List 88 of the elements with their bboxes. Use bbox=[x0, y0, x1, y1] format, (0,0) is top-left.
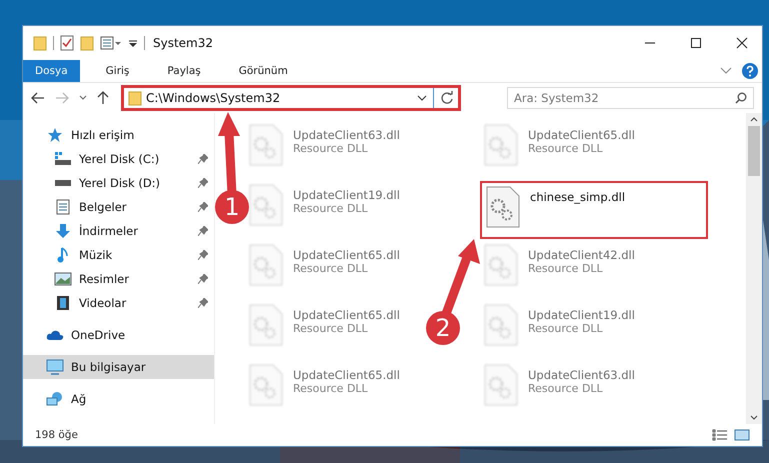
close-icon[interactable] bbox=[736, 37, 748, 49]
film-icon bbox=[56, 295, 70, 311]
sidebar-item[interactable]: OneDrive bbox=[23, 323, 214, 347]
file-type: Resource DLL bbox=[293, 262, 369, 275]
search-icon bbox=[735, 92, 747, 104]
sidebar-item[interactable]: İndirmeler bbox=[23, 219, 214, 243]
sidebar-item[interactable]: Yerel Disk (C:) bbox=[23, 147, 214, 171]
refresh-icon[interactable] bbox=[440, 91, 454, 105]
up-icon[interactable] bbox=[97, 91, 109, 105]
sidebar-label: Ağ bbox=[71, 392, 86, 406]
sidebar-label: İndirmeler bbox=[79, 224, 139, 238]
help-icon[interactable] bbox=[742, 63, 758, 79]
pin-icon[interactable] bbox=[198, 202, 208, 212]
music-note-icon bbox=[57, 247, 69, 263]
scrollbar[interactable] bbox=[746, 113, 762, 424]
search-field[interactable]: Ara: System32 bbox=[507, 87, 754, 109]
file-type: Resource DLL bbox=[293, 202, 369, 215]
ribbon-tab[interactable]: Paylaş bbox=[155, 60, 213, 82]
scroll-down-icon[interactable] bbox=[750, 415, 758, 420]
sidebar-label: Hızlı erişim bbox=[71, 128, 134, 142]
sidebar-label: Resimler bbox=[79, 272, 130, 286]
file-type: Resource DLL bbox=[528, 382, 604, 395]
file-name[interactable]: UpdateClient63.dll bbox=[528, 368, 635, 382]
file-type: Resource DLL bbox=[293, 382, 369, 395]
picture-icon bbox=[54, 272, 72, 286]
computer-icon bbox=[46, 359, 64, 375]
dropdown-icon[interactable] bbox=[417, 95, 427, 101]
download-icon bbox=[55, 223, 71, 239]
window-title: System32 bbox=[153, 36, 214, 50]
drive-icon bbox=[54, 152, 72, 166]
sidebar-item[interactable]: Yerel Disk (D:) bbox=[23, 171, 214, 195]
file-type: Resource DLL bbox=[528, 142, 604, 155]
sidebar-label: Videolar bbox=[79, 296, 128, 310]
pin-icon[interactable] bbox=[198, 154, 208, 164]
chevron-icon[interactable] bbox=[720, 67, 732, 75]
scrollbar-thumb[interactable] bbox=[748, 126, 760, 176]
sidebar-item[interactable]: Resimler bbox=[23, 267, 214, 291]
item-count: 198 öğe bbox=[35, 429, 78, 441]
ribbon-tab[interactable]: Dosya bbox=[23, 60, 80, 82]
ribbon-tab[interactable]: Görünüm bbox=[226, 60, 300, 82]
sidebar-item[interactable]: Hızlı erişim bbox=[23, 123, 214, 147]
file-name[interactable]: UpdateClient65.dll bbox=[293, 248, 400, 262]
sidebar-label: Belgeler bbox=[79, 200, 128, 214]
file-name[interactable]: UpdateClient19.dll bbox=[528, 308, 635, 322]
ribbon-tab[interactable]: Giriş bbox=[94, 60, 142, 82]
file-type: Resource DLL bbox=[293, 322, 369, 335]
folder-icon bbox=[128, 90, 142, 106]
star-icon bbox=[47, 127, 63, 143]
sidebar-item[interactable]: Müzik bbox=[23, 243, 214, 267]
address-path: C:\Windows\System32 bbox=[146, 91, 282, 105]
pin-icon[interactable] bbox=[198, 178, 208, 188]
file-name[interactable]: UpdateClient42.dll bbox=[528, 248, 635, 262]
checklist-icon[interactable] bbox=[60, 35, 74, 51]
sidebar-label: Bu bilgisayar bbox=[71, 360, 146, 374]
sidebar-label: Yerel Disk (C:) bbox=[79, 152, 160, 166]
details-view-icon[interactable] bbox=[712, 429, 728, 441]
sidebar-label: OneDrive bbox=[71, 328, 126, 342]
cloud-icon bbox=[46, 329, 64, 341]
network-icon bbox=[46, 391, 64, 407]
scroll-up-icon[interactable] bbox=[750, 117, 758, 122]
sidebar-item[interactable]: Bu bilgisayar bbox=[23, 355, 214, 379]
back-icon[interactable] bbox=[31, 92, 45, 104]
pin-icon[interactable] bbox=[198, 250, 208, 260]
document-icon bbox=[56, 199, 70, 215]
file-name[interactable]: UpdateClient63.dll bbox=[293, 128, 400, 142]
drive-icon bbox=[54, 180, 72, 186]
maximize-icon[interactable] bbox=[690, 37, 702, 49]
file-name[interactable]: UpdateClient65.dll bbox=[293, 308, 400, 322]
file-type: Resource DLL bbox=[528, 262, 604, 275]
file-name[interactable]: chinese_simp.dll bbox=[530, 190, 626, 204]
sidebar-item[interactable]: Videolar bbox=[23, 291, 214, 315]
file-name[interactable]: UpdateClient65.dll bbox=[293, 368, 400, 382]
dropdown-icon[interactable] bbox=[79, 95, 87, 101]
file-type: Resource DLL bbox=[293, 142, 369, 155]
sidebar-label: Müzik bbox=[79, 248, 114, 262]
large-icons-view-icon[interactable] bbox=[734, 429, 750, 441]
file-name[interactable]: UpdateClient65.dll bbox=[528, 128, 635, 142]
sidebar-item[interactable]: Belgeler bbox=[23, 195, 214, 219]
dll-file-icon[interactable] bbox=[486, 186, 520, 228]
pin-icon[interactable] bbox=[198, 226, 208, 236]
properties-icon[interactable] bbox=[100, 35, 122, 51]
sidebar-item[interactable]: Ağ bbox=[23, 387, 214, 411]
pin-icon[interactable] bbox=[198, 274, 208, 284]
sidebar-label: Yerel Disk (D:) bbox=[79, 176, 162, 190]
pin-icon[interactable] bbox=[198, 298, 208, 308]
file-type: Resource DLL bbox=[528, 322, 604, 335]
file-name[interactable]: UpdateClient19.dll bbox=[293, 188, 400, 202]
address-bar[interactable]: C:\Windows\System32 bbox=[121, 85, 461, 111]
